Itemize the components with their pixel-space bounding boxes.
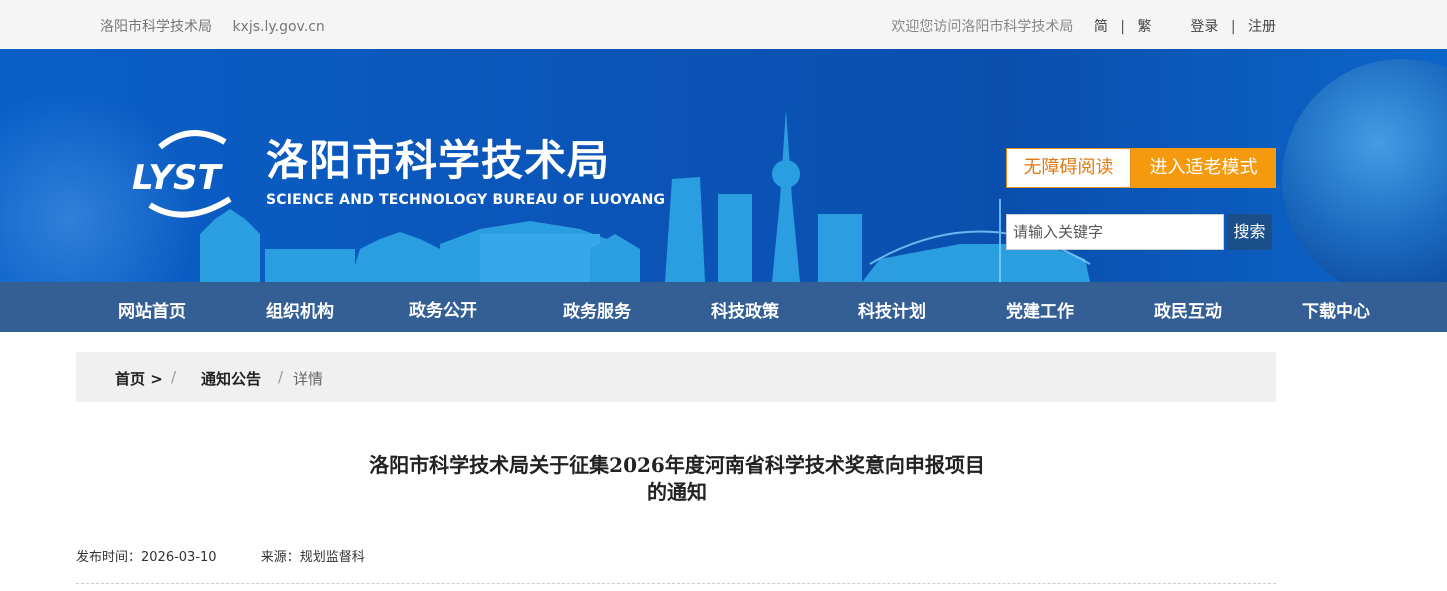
auth-separator: | <box>1230 19 1236 35</box>
register-link[interactable]: 注册 <box>1248 16 1276 36</box>
lang-simplified-link[interactable]: 简 <box>1094 16 1108 36</box>
top-bar: 洛阳市科学技术局 kxjs.ly.gov.cn 欢迎您访问洛阳市科学技术局 简 … <box>0 0 1447 49</box>
top-bar-right: 欢迎您访问洛阳市科学技术局 简 | 繁 登录 | 注册 <box>891 16 1276 36</box>
nav-item-organization[interactable]: 组织机构 <box>266 297 334 322</box>
nav-item-plan[interactable]: 科技计划 <box>858 297 926 322</box>
meta-divider <box>76 583 1276 584</box>
breadcrumb: 首页 > / 通知公告 / 详情 <box>76 352 1276 402</box>
breadcrumb-section[interactable]: 通知公告 <box>201 368 261 389</box>
breadcrumb-separator: / <box>278 368 284 386</box>
publish-date: 2026-03-10 <box>141 550 217 565</box>
elder-mode-button[interactable]: 进入适老模式 <box>1131 148 1276 188</box>
login-link[interactable]: 登录 <box>1190 16 1218 36</box>
svg-text:LYST: LYST <box>132 158 223 198</box>
header-banner: LYST 洛阳市科学技术局 SCIENCE AND TECHNOLOGY BUR… <box>0 49 1447 282</box>
breadcrumb-separator: / <box>171 368 177 386</box>
site-title-english: SCIENCE AND TECHNOLOGY BUREAU OF LUOYANG <box>266 192 666 208</box>
top-site-name: 洛阳市科学技术局 <box>100 19 212 35</box>
article-title-line1: 洛阳市科学技术局关于征集2026年度河南省科学技术奖意向申报项目 <box>369 453 985 477</box>
lang-separator: | <box>1120 19 1126 35</box>
article-meta: 发布时间：2026-03-10 来源：规划监督科 <box>76 546 365 565</box>
breadcrumb-home[interactable]: 首页 > <box>115 368 163 389</box>
publish-label: 发布时间： <box>76 550 142 565</box>
lang-traditional-link[interactable]: 繁 <box>1137 16 1151 36</box>
article-title-line2: 的通知 <box>647 480 707 504</box>
site-title: 洛阳市科学技术局 <box>266 136 611 185</box>
welcome-text: 欢迎您访问洛阳市科学技术局 <box>891 19 1074 35</box>
top-domain: kxjs.ly.gov.cn <box>232 19 325 35</box>
source-value: 规划监督科 <box>299 550 365 565</box>
search-button[interactable]: 搜索 <box>1227 214 1272 250</box>
nav-item-gov-service[interactable]: 政务服务 <box>563 297 631 322</box>
search-input[interactable] <box>1006 214 1224 250</box>
accessible-reading-button[interactable]: 无障碍阅读 <box>1006 148 1131 188</box>
nav-item-download[interactable]: 下载中心 <box>1302 297 1370 322</box>
source-label: 来源： <box>260 550 300 565</box>
nav-item-home[interactable]: 网站首页 <box>118 297 186 322</box>
nav-item-gov-open[interactable]: 政务公开 <box>409 296 477 321</box>
nav-item-party[interactable]: 党建工作 <box>1006 297 1074 322</box>
nav-item-interaction[interactable]: 政民互动 <box>1154 297 1222 322</box>
lyst-logo-icon: LYST <box>132 130 232 218</box>
nav-item-policy[interactable]: 科技政策 <box>711 297 779 322</box>
breadcrumb-current: 详情 <box>293 370 324 388</box>
article-title: 洛阳市科学技术局关于征集2026年度河南省科学技术奖意向申报项目 的通知 <box>310 452 1044 506</box>
top-bar-left: 洛阳市科学技术局 kxjs.ly.gov.cn <box>100 16 341 36</box>
main-nav: 网站首页 组织机构 政务公开 政务服务 科技政策 科技计划 党建工作 政民互动 … <box>0 282 1447 332</box>
